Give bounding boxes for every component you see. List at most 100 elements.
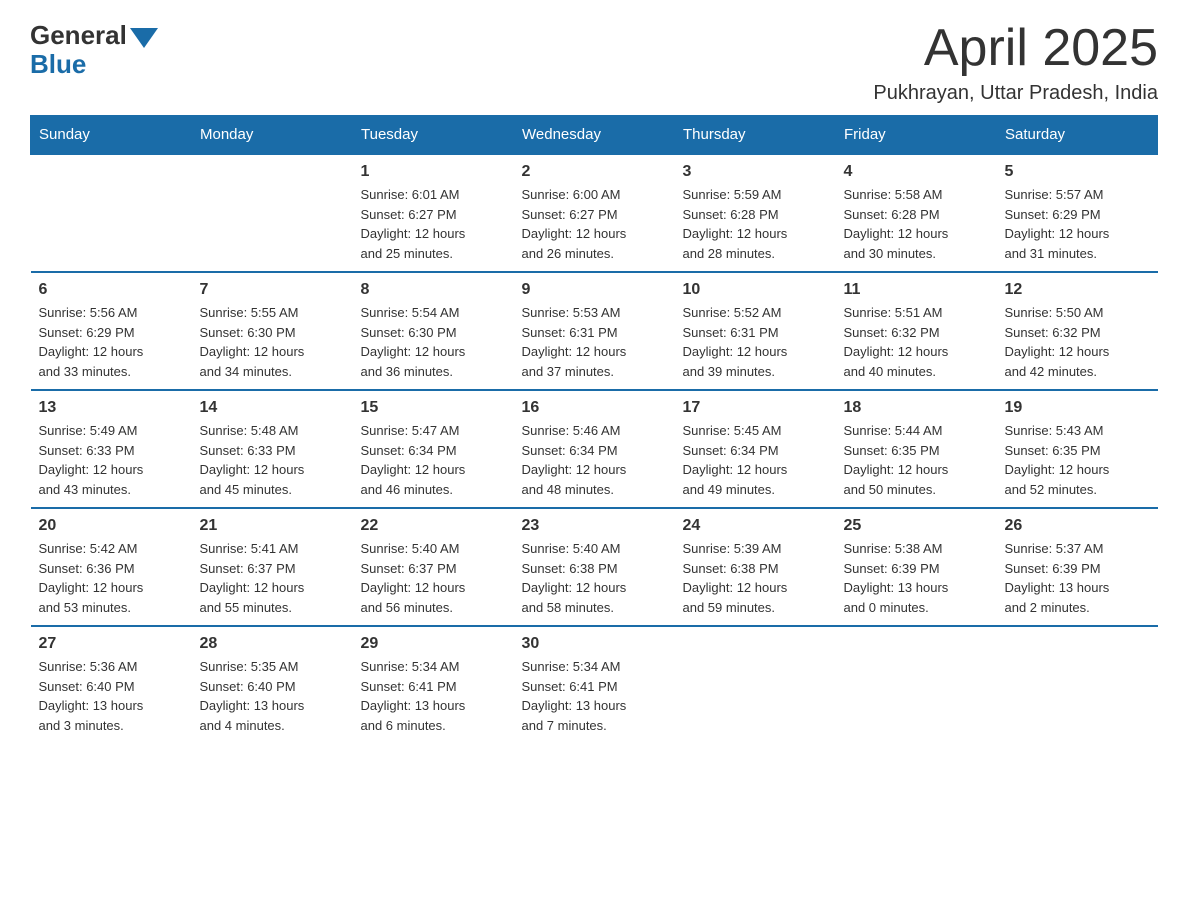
calendar-cell: 5 Sunrise: 5:57 AMSunset: 6:29 PMDaylight… [997,154,1158,272]
day-info: Sunrise: 5:35 AMSunset: 6:40 PMDaylight:… [200,657,345,735]
day-info: Sunrise: 5:50 AMSunset: 6:32 PMDaylight:… [1005,303,1150,381]
calendar-header-tuesday: Tuesday [353,116,514,155]
calendar-header-friday: Friday [836,116,997,155]
calendar-cell: 3 Sunrise: 5:59 AMSunset: 6:28 PMDaylight… [675,154,836,272]
day-number: 5 [1005,163,1150,181]
day-number: 25 [844,517,989,535]
day-number: 9 [522,281,667,299]
day-info: Sunrise: 5:47 AMSunset: 6:34 PMDaylight:… [361,421,506,499]
calendar-cell: 11Sunrise: 5:51 AMSunset: 6:32 PMDayligh… [836,272,997,390]
calendar-cell: 12 Sunrise: 5:50 AMSunset: 6:32 PMDayligh… [997,272,1158,390]
calendar-cell: 6 Sunrise: 5:56 AMSunset: 6:29 PMDaylight… [31,272,192,390]
day-info: Sunrise: 5:49 AMSunset: 6:33 PMDaylight:… [39,421,184,499]
day-info: Sunrise: 5:45 AMSunset: 6:34 PMDaylight:… [683,421,828,499]
calendar-week-3: 13 Sunrise: 5:49 AMSunset: 6:33 PMDayligh… [31,390,1158,508]
day-number: 29 [361,635,506,653]
day-number: 8 [361,281,506,299]
calendar-cell: 27 Sunrise: 5:36 AMSunset: 6:40 PMDayligh… [31,626,192,743]
calendar-cell: 16 Sunrise: 5:46 AMSunset: 6:34 PMDayligh… [514,390,675,508]
calendar-header-thursday: Thursday [675,116,836,155]
day-info: Sunrise: 5:56 AMSunset: 6:29 PMDaylight:… [39,303,184,381]
day-info: Sunrise: 5:37 AMSunset: 6:39 PMDaylight:… [1005,539,1150,617]
logo-blue-text: Blue [30,49,86,80]
day-info: Sunrise: 5:34 AMSunset: 6:41 PMDaylight:… [522,657,667,735]
day-number: 22 [361,517,506,535]
day-number: 16 [522,399,667,417]
location-title: Pukhrayan, Uttar Pradesh, India [873,82,1158,105]
day-number: 27 [39,635,184,653]
calendar-cell: 10 Sunrise: 5:52 AMSunset: 6:31 PMDayligh… [675,272,836,390]
day-number: 15 [361,399,506,417]
day-number: 23 [522,517,667,535]
day-number: 13 [39,399,184,417]
day-info: Sunrise: 5:39 AMSunset: 6:38 PMDaylight:… [683,539,828,617]
month-title: April 2025 [873,20,1158,77]
day-info: Sunrise: 5:52 AMSunset: 6:31 PMDaylight:… [683,303,828,381]
day-info: Sunrise: 5:59 AMSunset: 6:28 PMDaylight:… [683,185,828,263]
day-info: Sunrise: 5:55 AMSunset: 6:30 PMDaylight:… [200,303,345,381]
day-info: Sunrise: 5:54 AMSunset: 6:30 PMDaylight:… [361,303,506,381]
day-number: 6 [39,281,184,299]
day-number: 17 [683,399,828,417]
day-info: Sunrise: 5:46 AMSunset: 6:34 PMDaylight:… [522,421,667,499]
day-info: Sunrise: 5:41 AMSunset: 6:37 PMDaylight:… [200,539,345,617]
day-info: Sunrise: 5:58 AMSunset: 6:28 PMDaylight:… [844,185,989,263]
calendar-cell: 13 Sunrise: 5:49 AMSunset: 6:33 PMDayligh… [31,390,192,508]
day-info: Sunrise: 6:00 AMSunset: 6:27 PMDaylight:… [522,185,667,263]
calendar-cell: 22Sunrise: 5:40 AMSunset: 6:37 PMDayligh… [353,508,514,626]
day-info: Sunrise: 5:44 AMSunset: 6:35 PMDaylight:… [844,421,989,499]
calendar-table: SundayMondayTuesdayWednesdayThursdayFrid… [30,115,1158,743]
calendar-header-monday: Monday [192,116,353,155]
day-number: 10 [683,281,828,299]
logo-general-text: General [30,20,127,51]
day-info: Sunrise: 5:42 AMSunset: 6:36 PMDaylight:… [39,539,184,617]
calendar-cell: 24Sunrise: 5:39 AMSunset: 6:38 PMDayligh… [675,508,836,626]
day-number: 26 [1005,517,1150,535]
day-number: 19 [1005,399,1150,417]
page-header: General Blue April 2025 Pukhrayan, Uttar… [30,20,1158,105]
day-number: 2 [522,163,667,181]
day-info: Sunrise: 5:57 AMSunset: 6:29 PMDaylight:… [1005,185,1150,263]
calendar-week-5: 27 Sunrise: 5:36 AMSunset: 6:40 PMDayligh… [31,626,1158,743]
calendar-header-saturday: Saturday [997,116,1158,155]
title-section: April 2025 Pukhrayan, Uttar Pradesh, Ind… [873,20,1158,105]
day-number: 14 [200,399,345,417]
day-number: 12 [1005,281,1150,299]
logo-triangle-icon [130,28,158,48]
logo: General Blue [30,20,158,80]
day-info: Sunrise: 5:36 AMSunset: 6:40 PMDaylight:… [39,657,184,735]
calendar-cell: 1 Sunrise: 6:01 AMSunset: 6:27 PMDaylight… [353,154,514,272]
calendar-cell: 8 Sunrise: 5:54 AMSunset: 6:30 PMDaylight… [353,272,514,390]
calendar-header-row: SundayMondayTuesdayWednesdayThursdayFrid… [31,116,1158,155]
calendar-cell: 7Sunrise: 5:55 AMSunset: 6:30 PMDaylight… [192,272,353,390]
calendar-cell: 25Sunrise: 5:38 AMSunset: 6:39 PMDayligh… [836,508,997,626]
day-number: 21 [200,517,345,535]
calendar-header-wednesday: Wednesday [514,116,675,155]
calendar-cell: 15 Sunrise: 5:47 AMSunset: 6:34 PMDayligh… [353,390,514,508]
calendar-header-sunday: Sunday [31,116,192,155]
calendar-cell [192,154,353,272]
day-number: 1 [361,163,506,181]
day-number: 20 [39,517,184,535]
calendar-cell [31,154,192,272]
day-number: 11 [844,281,989,299]
calendar-cell: 23 Sunrise: 5:40 AMSunset: 6:38 PMDayligh… [514,508,675,626]
day-info: Sunrise: 5:43 AMSunset: 6:35 PMDaylight:… [1005,421,1150,499]
calendar-cell: 14Sunrise: 5:48 AMSunset: 6:33 PMDayligh… [192,390,353,508]
calendar-cell: 2 Sunrise: 6:00 AMSunset: 6:27 PMDaylight… [514,154,675,272]
calendar-cell: 4Sunrise: 5:58 AMSunset: 6:28 PMDaylight… [836,154,997,272]
day-number: 30 [522,635,667,653]
calendar-cell [675,626,836,743]
calendar-cell: 9Sunrise: 5:53 AMSunset: 6:31 PMDaylight… [514,272,675,390]
day-info: Sunrise: 5:34 AMSunset: 6:41 PMDaylight:… [361,657,506,735]
calendar-cell: 17 Sunrise: 5:45 AMSunset: 6:34 PMDayligh… [675,390,836,508]
calendar-cell [997,626,1158,743]
day-number: 3 [683,163,828,181]
calendar-week-1: 1 Sunrise: 6:01 AMSunset: 6:27 PMDaylight… [31,154,1158,272]
day-info: Sunrise: 6:01 AMSunset: 6:27 PMDaylight:… [361,185,506,263]
calendar-cell: 19 Sunrise: 5:43 AMSunset: 6:35 PMDayligh… [997,390,1158,508]
day-info: Sunrise: 5:40 AMSunset: 6:38 PMDaylight:… [522,539,667,617]
calendar-cell: 20 Sunrise: 5:42 AMSunset: 6:36 PMDayligh… [31,508,192,626]
day-number: 28 [200,635,345,653]
calendar-week-2: 6 Sunrise: 5:56 AMSunset: 6:29 PMDaylight… [31,272,1158,390]
